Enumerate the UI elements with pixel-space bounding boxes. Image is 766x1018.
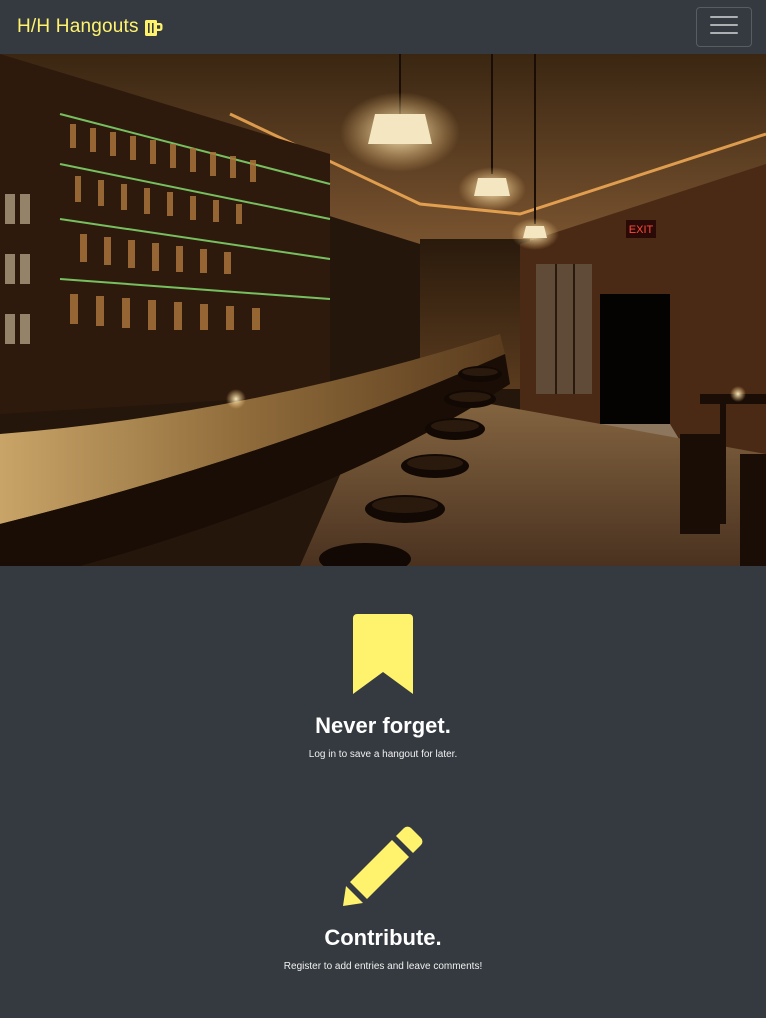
navbar: H/H Hangouts — [0, 0, 766, 54]
hamburger-menu-icon — [710, 14, 738, 41]
feature-text: Log in to save a hangout for later. — [308, 749, 458, 760]
exit-sign: EXIT — [629, 224, 654, 236]
brand-name: H/H Hangouts — [17, 16, 139, 37]
hero-image: EXIT — [0, 54, 766, 566]
feature-contribute: Contribute. Register to add entries and … — [0, 826, 766, 972]
brand-link[interactable]: H/H Hangouts — [17, 16, 163, 38]
feature-title: Never forget. — [315, 713, 451, 738]
beer-mug-icon — [144, 19, 163, 36]
feature-never-forget: Never forget. Log in to save a hangout f… — [0, 614, 766, 760]
feature-title: Contribute. — [324, 925, 442, 950]
bookmark-icon — [0, 614, 766, 699]
pencil-icon — [0, 826, 766, 911]
feature-text: Register to add entries and leave commen… — [283, 961, 483, 972]
navbar-toggler-button[interactable] — [696, 7, 752, 47]
